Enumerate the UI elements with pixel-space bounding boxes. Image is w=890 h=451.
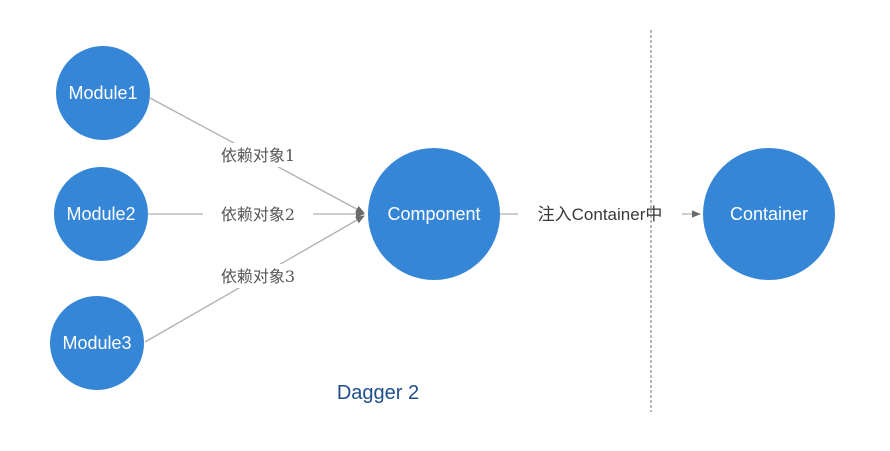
- node-module1: Module1: [56, 46, 150, 140]
- node-component: Component: [368, 148, 500, 280]
- diagram-caption: Dagger 2: [337, 382, 419, 404]
- node-module1-label: Module1: [68, 83, 137, 103]
- node-container-label: Container: [730, 204, 808, 224]
- edge-label-inject: 注入Container中: [538, 205, 663, 224]
- node-component-label: Component: [387, 204, 480, 224]
- node-container: Container: [703, 148, 835, 280]
- edge-label-dep2: 依赖对象2: [221, 205, 295, 224]
- dagger-diagram: 依赖对象1 依赖对象2 依赖对象3 注入Container中 Module1 M…: [50, 30, 835, 412]
- edge-label-dep1: 依赖对象1: [221, 146, 295, 165]
- edge-label-dep3: 依赖对象3: [221, 267, 295, 286]
- node-module2: Module2: [54, 167, 148, 261]
- node-module3-label: Module3: [62, 333, 131, 353]
- node-module2-label: Module2: [66, 204, 135, 224]
- node-module3: Module3: [50, 296, 144, 390]
